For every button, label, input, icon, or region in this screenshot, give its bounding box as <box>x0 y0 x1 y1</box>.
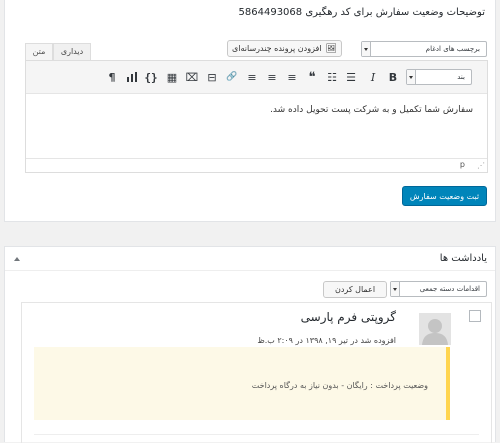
save-status-button[interactable]: ثبت وضعیت سفارش <box>402 186 487 206</box>
editor-content[interactable]: سفارش شما تکمیل و به شرکت پست تحویل داده… <box>270 105 473 115</box>
chevron-down-icon <box>391 282 400 296</box>
merge-tags-select[interactable]: برچسب های ادغام <box>361 41 487 57</box>
row-divider <box>34 434 479 435</box>
user-silhouette-icon <box>419 313 451 345</box>
code-icon[interactable]: {} <box>143 69 159 85</box>
format-label: بند <box>457 73 465 81</box>
bulk-actions-label: اقدامات دسته جمعی <box>419 285 480 293</box>
numbered-list-icon[interactable]: ☷ <box>324 69 340 85</box>
note-text: وضعیت پرداخت : رایگان - بدون نیاز به درگ… <box>251 381 428 390</box>
note-date: افزوده شد در تیر ۱۹, ۱۳۹۸ در ۲:۰۹ ب.ظ <box>257 336 396 345</box>
bullet-list-icon[interactable]: ☰ <box>343 69 359 85</box>
align-left-icon[interactable]: ≡ <box>284 69 300 85</box>
read-more-icon[interactable]: ⊟ <box>204 69 220 85</box>
blockquote-icon[interactable]: ❝ <box>304 69 320 85</box>
editor-toolbar: بند B I ☰ ☷ ❝ ≡ ≡ ≡ 🔗 ⊟ ⌧ ▦ {} ¶ <box>26 61 487 94</box>
bulk-actions-select[interactable]: اقدامات دسته جمعی <box>390 281 487 297</box>
align-right-icon[interactable]: ≡ <box>244 69 260 85</box>
row-checkbox[interactable] <box>469 310 481 322</box>
add-media-button[interactable]: 🖼 افزودن پرونده چندرسانه‌ای <box>227 40 342 57</box>
merge-tags-label: برچسب های ادغام <box>425 45 480 53</box>
note-content-box: وضعیت پرداخت : رایگان - بدون نیاز به درگ… <box>34 347 450 420</box>
add-media-label: افزودن پرونده چندرسانه‌ای <box>232 44 322 53</box>
toolbar-toggle-icon[interactable]: ⌧ <box>184 69 200 85</box>
format-select[interactable]: بند <box>406 69 472 85</box>
avatar <box>419 313 451 345</box>
link-icon[interactable]: 🔗 <box>224 69 240 85</box>
chevron-down-icon <box>362 42 371 56</box>
resize-handle-icon[interactable]: ⋰ <box>477 161 485 170</box>
chart-icon[interactable] <box>124 69 140 85</box>
table-icon[interactable]: ▦ <box>164 69 180 85</box>
rtl-paragraph-icon[interactable]: ¶ <box>104 69 120 85</box>
element-path[interactable]: p <box>460 160 465 169</box>
editor-statusbar: p ⋰ <box>26 158 487 172</box>
notes-panel-header[interactable]: یادداشت ها <box>5 247 495 271</box>
order-status-panel: توضیحات وضعیت سفارش برای کد رهگیری 58644… <box>4 0 496 222</box>
notes-panel: یادداشت ها اقدامات دسته جمعی اعمال کردن … <box>4 246 496 443</box>
note-author: گروپتی فرم پارسی <box>300 310 396 324</box>
media-icon: 🖼 <box>325 43 337 54</box>
bold-icon[interactable]: B <box>385 69 401 85</box>
notes-title: یادداشت ها <box>439 253 487 264</box>
align-center-icon[interactable]: ≡ <box>264 69 280 85</box>
tab-text[interactable]: متن <box>25 43 53 60</box>
notes-list: گروپتی فرم پارسی افزوده شد در تیر ۱۹, ۱۳… <box>21 302 492 443</box>
tab-visual[interactable]: دیداری <box>53 43 91 60</box>
rich-text-editor: بند B I ☰ ☷ ❝ ≡ ≡ ≡ 🔗 ⊟ ⌧ ▦ {} ¶ سفارش ش… <box>25 60 488 173</box>
italic-icon[interactable]: I <box>365 69 381 85</box>
chevron-down-icon <box>407 70 416 84</box>
apply-button[interactable]: اعمال کردن <box>323 281 387 298</box>
panel-heading: توضیحات وضعیت سفارش برای کد رهگیری 58644… <box>238 7 485 18</box>
collapse-icon[interactable] <box>14 257 20 261</box>
